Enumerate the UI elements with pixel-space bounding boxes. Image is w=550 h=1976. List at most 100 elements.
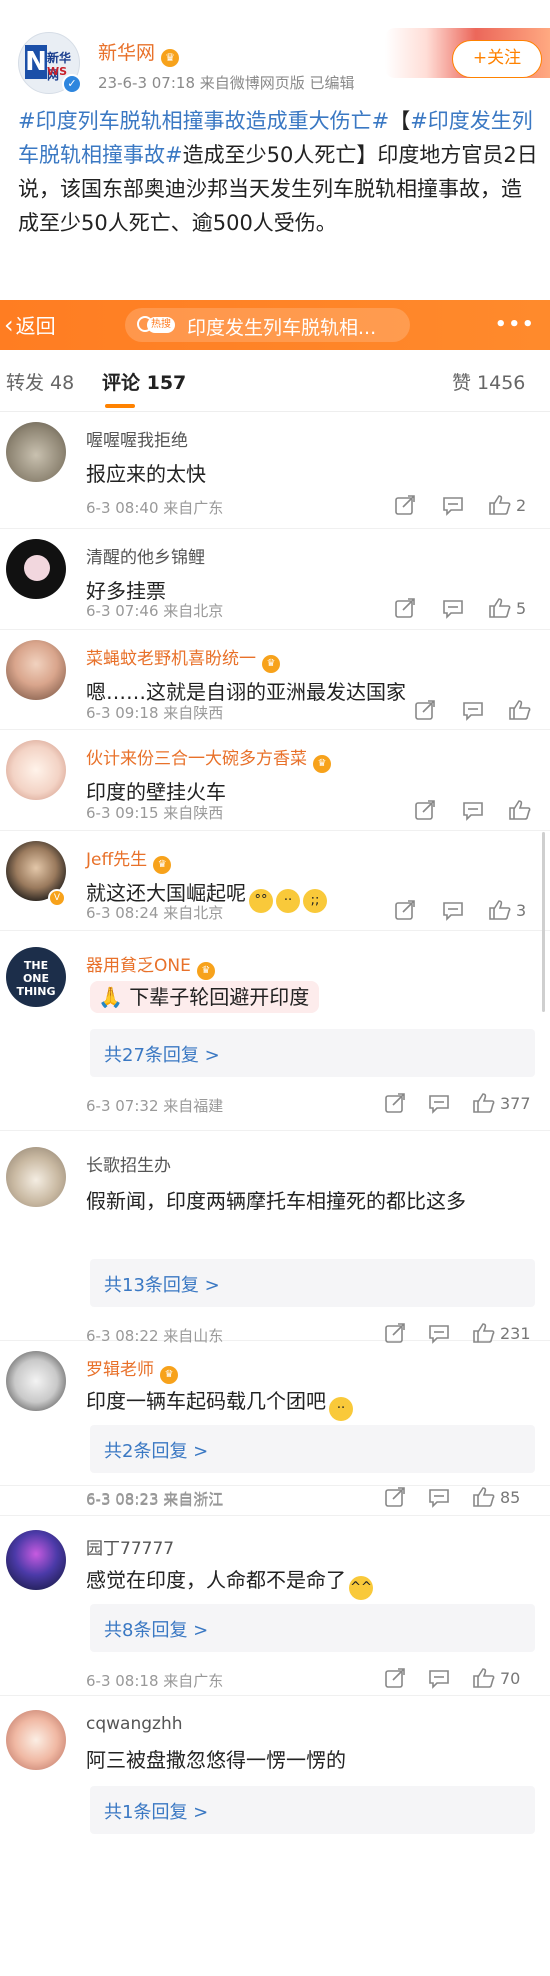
replies-label: 共27条回复 > [104, 1045, 220, 1066]
replies-label: 共13条回复 > [104, 1275, 220, 1296]
comment-text-highlight: 🙏 下辈子轮回避开印度 [90, 981, 320, 1013]
commenter-avatar[interactable]: THE ONE THING [6, 947, 66, 1007]
commenter-name[interactable]: 伙计来份三合一大碗多方香菜 ♛ [86, 744, 331, 773]
commenter-name-text[interactable]: 菜蝇蚊老野机喜盼统一 [86, 649, 256, 669]
vip-crown-icon: ♛ [153, 856, 172, 874]
commenter-avatar[interactable] [6, 640, 66, 700]
commenter-name[interactable]: 喔喔喔我拒绝 [86, 426, 188, 451]
commenter-avatar[interactable] [6, 422, 66, 482]
comment-text-body: 下辈子轮回避开印度 [129, 985, 310, 1009]
commenter-name[interactable]: 清醒的他乡锦鲤 [86, 543, 205, 568]
like-icon[interactable] [508, 799, 532, 821]
comment-meta: 6-3 07:46 来自北京 [86, 602, 224, 620]
verified-badge-icon: ✓ [62, 74, 82, 94]
chevron-left-icon: ‹ [4, 311, 14, 339]
commenter-name-text[interactable]: 器用貧乏ONE [86, 956, 191, 976]
commenter-avatar[interactable] [6, 1710, 66, 1770]
like-icon[interactable] [472, 1486, 496, 1508]
commenter-name[interactable]: 菜蝇蚊老野机喜盼统一 ♛ [86, 644, 280, 673]
comment-actions [408, 799, 538, 825]
topic-search-pill[interactable]: 热搜 印度发生列车脱轨相... [125, 308, 410, 342]
comment-icon[interactable] [442, 494, 464, 516]
like-icon[interactable] [488, 597, 512, 619]
comment-item: cqwangzhh 阿三被盘撒忽悠得一愣一愣的 共1条回复 > [0, 1696, 550, 1836]
author-name-text[interactable]: 新华网 [98, 42, 155, 64]
comment-item: V Jeff先生 ♛ 就这还大国崛起呢 °° ··;; 6-3 08:24 来自北京 … [0, 831, 550, 931]
like-count: 85 [500, 1488, 521, 1507]
commenter-avatar[interactable] [6, 1351, 66, 1411]
view-replies-button[interactable]: 共1条回复 > [90, 1786, 535, 1834]
share-icon[interactable] [394, 899, 416, 921]
view-replies-button[interactable]: 共2条回复 > [90, 1425, 535, 1473]
share-icon[interactable] [384, 1486, 406, 1508]
comment-actions: 5 [388, 597, 538, 623]
commenter-name[interactable]: Jeff先生 ♛ [86, 845, 172, 874]
topic-title: 印度发生列车脱轨相... [187, 317, 377, 339]
vip-crown-icon: ♛ [161, 49, 180, 67]
back-button[interactable]: ‹ 返回 [4, 310, 56, 339]
emoji-crying-icon: ;; [303, 889, 327, 913]
share-icon[interactable] [414, 699, 436, 721]
like-icon[interactable] [472, 1667, 496, 1689]
view-replies-button[interactable]: 共8条回复 > [90, 1604, 535, 1652]
comment-meta: 6-3 09:18 来自陕西 [86, 704, 224, 722]
view-replies-button[interactable]: 共27条回复 > [90, 1029, 535, 1077]
commenter-name-text[interactable]: 伙计来份三合一大碗多方香菜 [86, 749, 307, 769]
comment-text: 假新闻，印度两辆摩托车相撞死的都比这多 [86, 1189, 466, 1213]
share-icon[interactable] [384, 1092, 406, 1114]
hashtag-link[interactable]: #印度列车脱轨相撞事故造成重大伤亡# [18, 109, 389, 133]
like-icon[interactable] [508, 699, 532, 721]
comment-icon[interactable] [428, 1092, 450, 1114]
view-replies-button[interactable]: 共13条回复 > [90, 1259, 535, 1307]
comment-footer: 6-3 08:23 来自浙江 85 [0, 1486, 550, 1516]
comment-icon[interactable] [428, 1667, 450, 1689]
like-count: 2 [516, 496, 527, 515]
commenter-name[interactable]: 罗辑老师 ♛ [86, 1355, 178, 1384]
comment-icon[interactable] [442, 899, 464, 921]
follow-button[interactable]: +关注 [452, 40, 542, 78]
commenter-avatar[interactable] [6, 1530, 66, 1590]
share-icon[interactable] [384, 1667, 406, 1689]
author-name[interactable]: 新华网 ♛ [98, 38, 180, 67]
like-icon[interactable] [488, 899, 512, 921]
commenter-name-text[interactable]: Jeff先生 [86, 850, 147, 870]
like-icon[interactable] [472, 1092, 496, 1114]
comment-actions [408, 699, 538, 725]
comment-meta: 6-3 08:18 来自广东 [86, 1672, 224, 1690]
tab-reposts[interactable]: 转发 48 [6, 368, 74, 395]
commenter-avatar[interactable] [6, 740, 66, 800]
share-icon[interactable] [394, 597, 416, 619]
like-icon[interactable] [488, 494, 512, 516]
share-icon[interactable] [414, 799, 436, 821]
tab-comments[interactable]: 评论 157 [102, 368, 186, 395]
commenter-avatar[interactable] [6, 1147, 66, 1207]
commenter-name[interactable]: 园丁77777 [86, 1534, 174, 1559]
tab-likes[interactable]: 赞 1456 [452, 368, 525, 395]
comment-icon[interactable] [462, 799, 484, 821]
comment-item: 菜蝇蚊老野机喜盼统一 ♛ 嗯……这就是自诩的亚洲最发达国家 6-3 09:18 来… [0, 630, 550, 730]
commenter-name[interactable]: 器用貧乏ONE ♛ [86, 951, 215, 980]
comment-icon[interactable] [428, 1486, 450, 1508]
commenter-name[interactable]: cqwangzhh [86, 1714, 183, 1734]
back-label: 返回 [15, 314, 56, 338]
vip-crown-icon: ♛ [160, 1366, 178, 1384]
comment-icon[interactable] [442, 597, 464, 619]
comment-text-body: 感觉在印度，人命都不是命了 [86, 1568, 346, 1592]
commenter-name[interactable]: 长歌招生办 [86, 1151, 171, 1176]
verified-badge-icon: V [48, 889, 66, 907]
comment-meta: 6-3 08:24 来自北京 [86, 904, 224, 922]
share-icon[interactable] [394, 494, 416, 516]
like-count: 70 [500, 1669, 521, 1688]
scrollbar-thumb[interactable] [542, 832, 545, 1012]
commenter-avatar[interactable] [6, 539, 66, 599]
comment-list: 喔喔喔我拒绝 报应来的太快 6-3 08:40 来自广东 2 清醒的他乡锦鲤 好… [0, 412, 550, 1836]
interaction-tabs: 转发 48 评论 157 赞 1456 [0, 350, 550, 412]
comment-actions: 85 [378, 1486, 538, 1512]
comment-icon[interactable] [462, 699, 484, 721]
commenter-name-text[interactable]: 罗辑老师 [86, 1360, 154, 1380]
like-count: 5 [516, 599, 527, 618]
more-options-button[interactable]: ••• [495, 314, 536, 335]
like-count: 377 [500, 1094, 531, 1113]
emoji-pray-icon: 🙏 [98, 985, 130, 1009]
comment-meta: 6-3 09:15 来自陕西 [86, 804, 224, 822]
